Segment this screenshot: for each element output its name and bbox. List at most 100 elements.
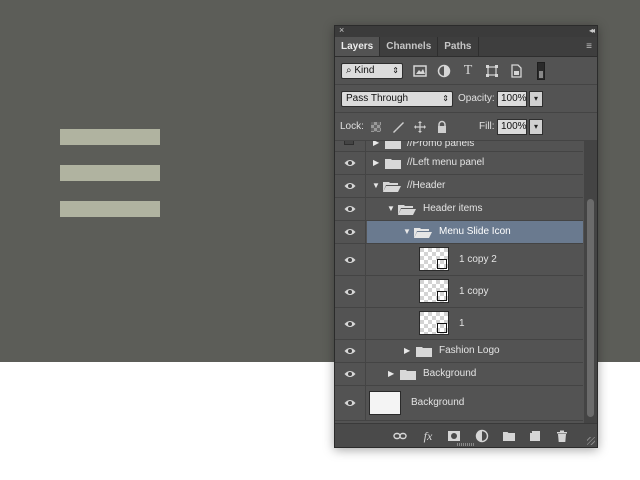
tab-layers[interactable]: Layers [335,37,381,56]
layer-content[interactable]: Background [367,386,583,420]
visibility-toggle-off-icon[interactable] [344,141,354,145]
shape-filter-icon[interactable] [485,64,499,78]
trash-icon[interactable] [555,429,569,443]
layer-row-1[interactable]: 1 [335,308,583,340]
eye-icon[interactable] [344,318,356,330]
layer-row-left-menu-panel[interactable]: ▶ //Left menu panel [335,152,583,175]
layer-content[interactable]: ▶ Background [367,363,583,385]
chevron-right-icon[interactable]: ▶ [373,159,381,167]
panel-titlebar[interactable]: × ◂◂ [335,25,597,37]
filter-row: ⌕ Kind ⇕ T [335,57,597,85]
layer-row-promo-panels[interactable]: ▶ //Promo panels [335,141,583,152]
chevron-updown-icon: ⇕ [442,94,449,103]
eye-icon[interactable] [344,368,356,380]
folder-open-icon [398,204,416,215]
scrollbar-thumb[interactable] [587,199,594,417]
lock-all-padlock-icon[interactable] [435,120,449,134]
vector-mask-icon [437,259,447,269]
layer-content[interactable]: ▶ Fashion Logo [367,340,583,362]
layer-row-background[interactable]: Background [335,386,583,421]
layer-name: //Promo panels [407,141,475,149]
layer-row-fashion-logo[interactable]: ▶ Fashion Logo [335,340,583,363]
layer-content[interactable]: ▶ //Left menu panel [367,152,583,174]
vector-mask-icon [437,291,447,301]
opacity-dropdown-button[interactable]: ▾ [529,91,543,107]
link-layers-icon[interactable] [393,429,407,443]
type-filter-icon[interactable]: T [461,64,475,78]
lock-transparency-icon[interactable] [371,122,381,132]
chevron-down-icon[interactable]: ▼ [372,182,380,190]
collapse-icon[interactable]: ◂◂ [589,25,595,36]
layers-panel: × ◂◂ Layers Channels Paths ≡ ⌕ Kind ⇕ T … [334,25,598,448]
opacity-input[interactable]: 100% [497,91,527,107]
visibility-cell [335,276,366,307]
layer-row-header[interactable]: ▼ //Header [335,175,583,198]
layer-thumbnail [419,247,449,271]
panel-menu-icon[interactable]: ≡ [586,40,592,54]
blend-mode-select[interactable]: Pass Through ⇕ [341,91,453,107]
layer-content[interactable]: 1 [367,308,583,339]
eye-icon[interactable] [344,397,356,409]
layer-content[interactable]: ▼ //Header [367,175,583,197]
visibility-cell [335,221,366,243]
chevron-down-icon[interactable]: ▼ [387,205,395,213]
chevron-updown-icon: ⇕ [392,66,399,75]
fx-icon[interactable]: fx [421,429,435,443]
eye-icon[interactable] [344,345,356,357]
tab-channels[interactable]: Channels [380,37,439,56]
kind-filter-select[interactable]: ⌕ Kind ⇕ [341,63,403,79]
visibility-cell [335,175,366,197]
visibility-cell [335,152,366,174]
layers-scrollbar[interactable] [584,141,597,423]
panel-tabs: Layers Channels Paths ≡ [335,37,597,57]
resize-grip[interactable] [587,437,595,445]
visibility-cell [335,363,366,385]
adjustment-filter-icon[interactable] [437,64,451,78]
hamburger-bar-2 [60,165,160,181]
layer-row-background-group[interactable]: ▶ Background [335,363,583,386]
eye-icon[interactable] [344,157,356,169]
chevron-right-icon[interactable]: ▶ [404,347,412,355]
visibility-cell [335,244,366,275]
layer-name: //Header [407,180,446,191]
tab-paths[interactable]: Paths [438,37,479,56]
image-filter-icon[interactable] [413,64,427,78]
layer-name: 1 copy 2 [459,254,497,265]
adjustment-layer-icon[interactable] [475,429,489,443]
eye-icon[interactable] [344,203,356,215]
new-layer-icon[interactable] [528,429,542,443]
filter-toggle-switch[interactable] [537,62,545,80]
drag-grip[interactable] [457,443,475,446]
layer-content-selected[interactable]: ▼ Menu Slide Icon [367,221,583,243]
new-group-icon[interactable] [502,429,516,443]
search-icon: ⌕ [346,65,352,76]
chevron-down-icon[interactable]: ▼ [403,228,411,236]
lock-pixels-brush-icon[interactable] [391,120,405,134]
layer-content[interactable]: ▼ Header items [367,198,583,220]
folder-icon [385,158,401,169]
layer-row-1-copy[interactable]: 1 copy [335,276,583,308]
vector-mask-icon [437,323,447,333]
hamburger-bar-1 [60,129,160,145]
eye-icon[interactable] [344,254,356,266]
close-icon[interactable]: × [339,25,344,36]
folder-open-icon [414,227,432,238]
eye-icon[interactable] [344,226,356,238]
fill-input[interactable]: 100% [497,119,527,135]
layer-name: Fashion Logo [439,345,500,356]
layer-content[interactable]: ▶ //Promo panels [367,141,583,151]
chevron-right-icon[interactable]: ▶ [388,370,396,378]
folder-open-icon [383,181,401,192]
add-mask-icon[interactable] [447,429,461,443]
eye-icon[interactable] [344,286,356,298]
lock-position-move-icon[interactable] [413,120,427,134]
layer-content[interactable]: 1 copy [367,276,583,307]
chevron-right-icon[interactable]: ▶ [373,141,381,147]
layer-content[interactable]: 1 copy 2 [367,244,583,275]
layer-row-menu-slide-icon[interactable]: ▼ Menu Slide Icon [335,221,583,244]
smart-object-filter-icon[interactable] [509,64,523,78]
eye-icon[interactable] [344,180,356,192]
layer-row-1-copy-2[interactable]: 1 copy 2 [335,244,583,276]
layer-row-header-items[interactable]: ▼ Header items [335,198,583,221]
fill-dropdown-button[interactable]: ▾ [529,119,543,135]
